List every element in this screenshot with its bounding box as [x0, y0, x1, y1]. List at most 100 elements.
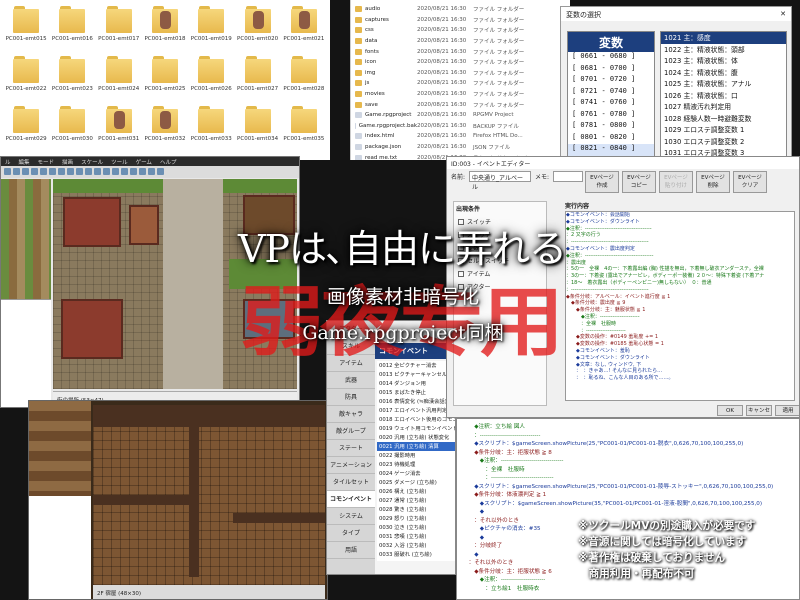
event-command[interactable]: ：18～ 着衣露出（ボディーペンピニー)無しもない） ０：普通 — [566, 280, 794, 287]
apply-button[interactable]: 適用 — [775, 405, 799, 416]
variable-range[interactable]: [ 0721 - 0740 ] — [568, 87, 654, 99]
event-page-button[interactable]: EVページ クリア — [733, 171, 767, 193]
folder-item[interactable]: PC001-emt020 — [235, 4, 279, 53]
ok-button[interactable]: OK — [717, 405, 743, 416]
folder-item[interactable]: PC001-emt032 — [143, 104, 187, 153]
variable-range[interactable]: [ 0741 - 0760 ] — [568, 98, 654, 110]
database-tab[interactable]: コモンイベント — [327, 491, 375, 508]
folder-item[interactable]: PC001-emt024 — [97, 54, 141, 103]
file-row[interactable]: Game.rpgproject 2020/08/21 16:30 RPGMV Pro… — [355, 110, 566, 121]
database-tab[interactable]: 防具 — [327, 389, 375, 406]
file-row[interactable]: audio 2020/08/21 16:30 ファイル フォルダー — [355, 4, 566, 15]
event-command[interactable]: ◆スクリプト：$gameScreen.showPicture(35,"PC001… — [463, 500, 793, 509]
event-command[interactable]: ◆コモンイベント：会話開始 — [566, 212, 794, 219]
variable-item[interactable]: 1025 主：精液状態：アナル — [661, 78, 786, 90]
event-mode-icon[interactable] — [76, 168, 83, 175]
variable-range[interactable]: [ 0681 - 0700 ] — [568, 64, 654, 76]
database-tab[interactable]: 敵キャラ — [327, 406, 375, 423]
event-command[interactable]: ： ：恥るね、こんな人目のある所で……。 — [566, 375, 794, 382]
play-icon[interactable] — [157, 168, 164, 175]
folder-item[interactable]: PC001-emt029 — [4, 104, 48, 153]
tile-palette[interactable] — [1, 179, 51, 299]
event-command[interactable]: ：全裸 社服時 — [566, 321, 794, 328]
folder-item[interactable]: PC001-emt027 — [235, 54, 279, 103]
common-event-item[interactable]: 0021 汎用 (立ち絵) 清算 — [377, 442, 455, 451]
database-tab[interactable]: ステート — [327, 440, 375, 457]
variable-item[interactable]: 1022 主：精液状態：頭部 — [661, 44, 786, 56]
new-icon[interactable] — [4, 168, 11, 175]
common-event-item[interactable]: 0022 撮影時用 — [377, 451, 455, 460]
event-command[interactable]: ◆ — [463, 508, 793, 517]
zoom-in-icon[interactable] — [130, 168, 137, 175]
event-command[interactable]: ◆条件分岐：体液濃判定 ≧ 1 — [463, 491, 793, 500]
event-command[interactable]: ◆コモンイベント：羞恥 — [566, 348, 794, 355]
memo-input[interactable] — [553, 171, 584, 182]
variable-item[interactable]: 1030 エロステ調整変数 2 — [661, 136, 786, 148]
menu-item[interactable]: ツール — [111, 158, 128, 166]
common-event-item[interactable]: 0013 ピクチャーキャンセル — [377, 370, 455, 379]
variable-item[interactable]: 1027 精液汚れ判定用 — [661, 101, 786, 113]
file-row[interactable]: icon 2020/08/21 16:30 ファイル フォルダー — [355, 57, 566, 68]
variable-range[interactable]: [ 0761 - 0780 ] — [568, 110, 654, 122]
variable-item[interactable]: 1021 主：感度 — [661, 32, 786, 44]
common-event-item[interactable]: 0032 入浴 (立ち絵) — [377, 541, 455, 550]
common-event-item[interactable]: 0015 まばたき停止 — [377, 388, 455, 397]
fill-icon[interactable] — [112, 168, 119, 175]
variable-item[interactable]: 1023 主：精液状態：体 — [661, 55, 786, 67]
event-command[interactable]: ◆条件分岐：主：拒服状態 ≧ 8 — [463, 449, 793, 458]
event-command[interactable]: ：------------------------------ — [463, 432, 793, 441]
paste-icon[interactable] — [49, 168, 56, 175]
folder-item[interactable]: PC001-emt015 — [4, 4, 48, 53]
folder-item[interactable]: PC001-emt030 — [50, 104, 94, 153]
variable-item[interactable]: 1024 主：精液状態：腹 — [661, 67, 786, 79]
event-command[interactable]: ◆スクリプト：$gameScreen.showPicture(25,"PC001… — [463, 483, 793, 492]
close-icon[interactable]: ✕ — [780, 10, 786, 18]
database-tab[interactable]: タイルセット — [327, 474, 375, 491]
event-command[interactable]: ◆注釈：---------------------- — [566, 314, 794, 321]
common-event-item[interactable]: 0030 泣き (立ち絵) — [377, 523, 455, 532]
event-command[interactable]: ：---------------------------------------… — [566, 239, 794, 246]
folder-item[interactable]: PC001-emt026 — [189, 54, 233, 103]
common-event-item[interactable]: 0019 ウェイト用コモンイベント — [377, 424, 455, 433]
menu-item[interactable]: 編集 — [19, 158, 30, 166]
event-command[interactable]: ◆条件分岐：主：魅服状態 ≧ 1 — [566, 307, 794, 314]
common-event-item[interactable]: 0029 怒り (立ち絵) — [377, 514, 455, 523]
file-row[interactable]: package.json 2020/08/21 16:30 JSON ファイル — [355, 142, 566, 153]
common-event-item[interactable]: 0014 ダンジョン用 — [377, 379, 455, 388]
file-row[interactable]: js 2020/08/21 16:30 ファイル フォルダー — [355, 78, 566, 89]
event-page-button[interactable]: EVページ 削除 — [696, 171, 730, 193]
folder-item[interactable]: PC001-emt025 — [143, 54, 187, 103]
event-command[interactable]: ：全裸 社服時 — [463, 466, 793, 475]
shadow-pen-icon[interactable] — [121, 168, 128, 175]
common-event-item[interactable]: 0023 待機処理 — [377, 460, 455, 469]
undo-icon[interactable] — [58, 168, 65, 175]
folder-item[interactable]: PC001-emt033 — [189, 104, 233, 153]
variable-range[interactable]: [ 0701 - 0720 ] — [568, 75, 654, 87]
folder-item[interactable]: PC001-emt017 — [97, 4, 141, 53]
event-command[interactable]: ◆変数の操作：#0185 羞恥心状態 = 1 — [566, 341, 794, 348]
pencil-icon[interactable] — [85, 168, 92, 175]
variable-range[interactable]: [ 0781 - 0800 ] — [568, 121, 654, 133]
event-command[interactable]: ◆スクリプト：$gameScreen.showPicture(25,"PC001… — [463, 440, 793, 449]
common-event-item[interactable]: 0016 表情変化 (≒痴漢会話) — [377, 397, 455, 406]
database-tab[interactable]: アニメーション — [327, 457, 375, 474]
variable-range[interactable]: [ 0661 - 0680 ] — [568, 52, 654, 64]
event-command[interactable]: ：---------------------------------------… — [566, 287, 794, 294]
zoom-out-icon[interactable] — [139, 168, 146, 175]
file-row[interactable]: Game.rpgproject.bak 2020/08/21 16:30 BACKU… — [355, 121, 566, 132]
database-tab[interactable]: タイプ — [327, 525, 375, 542]
common-event-item[interactable]: 0025 ダメージ (立ち絵) — [377, 478, 455, 487]
file-row[interactable]: movies 2020/08/21 16:30 ファイル フォルダー — [355, 89, 566, 100]
file-row[interactable]: save 2020/08/21 16:30 ファイル フォルダー — [355, 99, 566, 110]
event-command[interactable]: ◆コモンイベント：ダウンライト — [566, 219, 794, 226]
cut-icon[interactable] — [31, 168, 38, 175]
menu-item[interactable]: スケール — [81, 158, 103, 166]
common-event-item[interactable]: 0018 エロイベント後用のコモンイベント — [377, 415, 455, 424]
folder-item[interactable]: PC001-emt016 — [50, 4, 94, 53]
save-icon[interactable] — [22, 168, 29, 175]
menu-item[interactable]: ル — [5, 158, 11, 166]
database-tab[interactable]: 敵グループ — [327, 423, 375, 440]
ellipse-icon[interactable] — [103, 168, 110, 175]
folder-item[interactable]: PC001-emt034 — [235, 104, 279, 153]
folder-item[interactable]: PC001-emt031 — [97, 104, 141, 153]
